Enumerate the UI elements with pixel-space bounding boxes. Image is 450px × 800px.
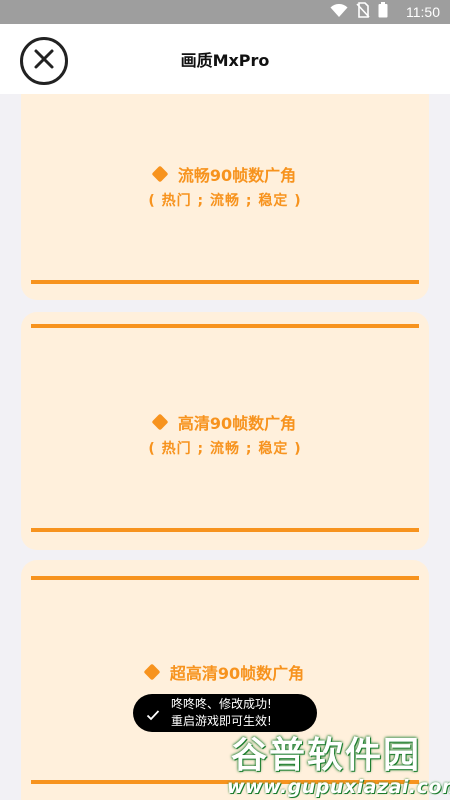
- option-title-row: 高清90帧数广角: [21, 410, 429, 434]
- card-top-bar: [31, 324, 419, 328]
- option-title: 高清90帧数广角: [177, 414, 297, 433]
- card-top-bar: [31, 576, 419, 580]
- diamond-icon: [151, 413, 169, 431]
- option-title-row: 超高清90帧数广角: [21, 660, 429, 684]
- battery-icon: [378, 2, 388, 22]
- diamond-icon: [143, 663, 161, 681]
- close-button[interactable]: [20, 37, 68, 85]
- app-header: 画质MxPro: [0, 24, 450, 94]
- option-title-row: 流畅90帧数广角: [21, 162, 429, 186]
- option-title: 超高清90帧数广角: [169, 664, 305, 683]
- card-bottom-bar: [31, 780, 419, 784]
- option-card-hd[interactable]: 高清90帧数广角 ( 热门 ; 流畅 ; 稳定 ): [21, 312, 429, 550]
- card-bottom-bar: [31, 280, 419, 284]
- toast-line-1: 咚咚咚、修改成功!: [171, 697, 272, 711]
- status-icons: [330, 2, 388, 22]
- option-card-uhd[interactable]: 超高清90帧数广角: [21, 560, 429, 800]
- diamond-icon: [151, 165, 169, 183]
- card-bottom-bar: [31, 528, 419, 532]
- option-card-smooth[interactable]: 流畅90帧数广角 ( 热门 ; 流畅 ; 稳定 ): [21, 94, 429, 300]
- option-subtitle: ( 热门 ; 流畅 ; 稳定 ): [148, 441, 302, 457]
- close-icon: [33, 48, 55, 74]
- toast-line-2: 重启游戏即可生效!: [171, 714, 272, 728]
- option-subtitle: ( 热门 ; 流畅 ; 稳定 ): [148, 193, 302, 209]
- toast-message: 咚咚咚、修改成功! 重启游戏即可生效!: [171, 696, 272, 730]
- wifi-icon: [330, 3, 348, 22]
- status-bar: 11:50: [0, 0, 450, 24]
- status-time: 11:50: [406, 4, 440, 20]
- success-toast: 咚咚咚、修改成功! 重启游戏即可生效!: [133, 694, 317, 732]
- check-icon: [146, 706, 160, 725]
- no-sim-icon: [356, 2, 370, 22]
- option-title: 流畅90帧数广角: [177, 166, 297, 185]
